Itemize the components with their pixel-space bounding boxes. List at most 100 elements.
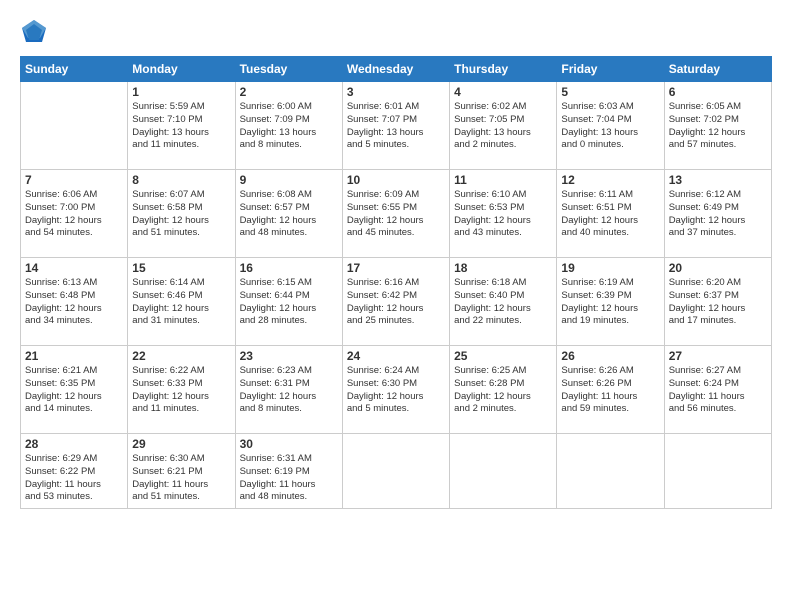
day-info: Sunrise: 6:08 AM Sunset: 6:57 PM Dayligh… (240, 189, 338, 240)
day-info: Sunrise: 6:24 AM Sunset: 6:30 PM Dayligh… (347, 365, 445, 416)
day-number: 20 (669, 261, 767, 275)
calendar-cell: 2 Sunrise: 6:00 AM Sunset: 7:09 PM Daylig… (235, 82, 342, 170)
day-number: 9 (240, 173, 338, 187)
logo (20, 18, 52, 46)
calendar-cell: 8 Sunrise: 6:07 AM Sunset: 6:58 PM Daylig… (128, 170, 235, 258)
calendar-cell: 19 Sunrise: 6:19 AM Sunset: 6:39 PM Dayli… (557, 258, 664, 346)
calendar-cell: 18 Sunrise: 6:18 AM Sunset: 6:40 PM Dayli… (450, 258, 557, 346)
day-number: 5 (561, 85, 659, 99)
day-info: Sunrise: 6:13 AM Sunset: 6:48 PM Dayligh… (25, 277, 123, 328)
day-info: Sunrise: 6:16 AM Sunset: 6:42 PM Dayligh… (347, 277, 445, 328)
day-number: 2 (240, 85, 338, 99)
calendar-cell: 25 Sunrise: 6:25 AM Sunset: 6:28 PM Dayli… (450, 346, 557, 434)
calendar-cell: 13 Sunrise: 6:12 AM Sunset: 6:49 PM Dayli… (664, 170, 771, 258)
calendar-cell: 16 Sunrise: 6:15 AM Sunset: 6:44 PM Dayli… (235, 258, 342, 346)
day-number: 30 (240, 437, 338, 451)
calendar-week-4: 21 Sunrise: 6:21 AM Sunset: 6:35 PM Dayli… (21, 346, 772, 434)
day-number: 12 (561, 173, 659, 187)
calendar-cell: 29 Sunrise: 6:30 AM Sunset: 6:21 PM Dayli… (128, 434, 235, 509)
day-number: 27 (669, 349, 767, 363)
calendar-cell: 3 Sunrise: 6:01 AM Sunset: 7:07 PM Daylig… (342, 82, 449, 170)
day-number: 4 (454, 85, 552, 99)
calendar-cell: 14 Sunrise: 6:13 AM Sunset: 6:48 PM Dayli… (21, 258, 128, 346)
calendar-header-saturday: Saturday (664, 57, 771, 82)
day-info: Sunrise: 6:27 AM Sunset: 6:24 PM Dayligh… (669, 365, 767, 416)
day-info: Sunrise: 6:03 AM Sunset: 7:04 PM Dayligh… (561, 101, 659, 152)
day-info: Sunrise: 6:14 AM Sunset: 6:46 PM Dayligh… (132, 277, 230, 328)
day-number: 21 (25, 349, 123, 363)
calendar-cell: 23Sunrise: 6:23 AM Sunset: 6:31 PM Dayli… (235, 346, 342, 434)
day-info: Sunrise: 6:02 AM Sunset: 7:05 PM Dayligh… (454, 101, 552, 152)
calendar-header-friday: Friday (557, 57, 664, 82)
day-number: 26 (561, 349, 659, 363)
calendar-cell: 6Sunrise: 6:05 AM Sunset: 7:02 PM Daylig… (664, 82, 771, 170)
day-info: Sunrise: 6:29 AM Sunset: 6:22 PM Dayligh… (25, 453, 123, 504)
calendar-week-2: 7 Sunrise: 6:06 AM Sunset: 7:00 PM Daylig… (21, 170, 772, 258)
day-number: 19 (561, 261, 659, 275)
logo-icon (20, 18, 48, 46)
day-number: 23 (240, 349, 338, 363)
day-number: 28 (25, 437, 123, 451)
calendar-cell: 5 Sunrise: 6:03 AM Sunset: 7:04 PM Daylig… (557, 82, 664, 170)
day-number: 13 (669, 173, 767, 187)
day-info: Sunrise: 6:05 AM Sunset: 7:02 PM Dayligh… (669, 101, 767, 152)
day-number: 18 (454, 261, 552, 275)
day-info: Sunrise: 6:20 AM Sunset: 6:37 PM Dayligh… (669, 277, 767, 328)
day-info: Sunrise: 6:10 AM Sunset: 6:53 PM Dayligh… (454, 189, 552, 240)
calendar-cell: 11Sunrise: 6:10 AM Sunset: 6:53 PM Dayli… (450, 170, 557, 258)
day-number: 10 (347, 173, 445, 187)
day-info: Sunrise: 6:09 AM Sunset: 6:55 PM Dayligh… (347, 189, 445, 240)
day-number: 25 (454, 349, 552, 363)
day-info: Sunrise: 6:11 AM Sunset: 6:51 PM Dayligh… (561, 189, 659, 240)
day-info: Sunrise: 6:25 AM Sunset: 6:28 PM Dayligh… (454, 365, 552, 416)
calendar-cell (450, 434, 557, 509)
day-number: 15 (132, 261, 230, 275)
day-number: 16 (240, 261, 338, 275)
day-number: 22 (132, 349, 230, 363)
calendar-cell: 28 Sunrise: 6:29 AM Sunset: 6:22 PM Dayli… (21, 434, 128, 509)
calendar-header-sunday: Sunday (21, 57, 128, 82)
day-info: Sunrise: 6:00 AM Sunset: 7:09 PM Dayligh… (240, 101, 338, 152)
calendar-week-1: 1 Sunrise: 5:59 AM Sunset: 7:10 PM Daylig… (21, 82, 772, 170)
day-info: Sunrise: 6:15 AM Sunset: 6:44 PM Dayligh… (240, 277, 338, 328)
day-number: 8 (132, 173, 230, 187)
day-info: Sunrise: 6:22 AM Sunset: 6:33 PM Dayligh… (132, 365, 230, 416)
calendar-week-5: 28 Sunrise: 6:29 AM Sunset: 6:22 PM Dayli… (21, 434, 772, 509)
calendar-header-tuesday: Tuesday (235, 57, 342, 82)
calendar-cell: 26Sunrise: 6:26 AM Sunset: 6:26 PM Dayli… (557, 346, 664, 434)
calendar-cell: 17 Sunrise: 6:16 AM Sunset: 6:42 PM Dayli… (342, 258, 449, 346)
day-info: Sunrise: 5:59 AM Sunset: 7:10 PM Dayligh… (132, 101, 230, 152)
calendar-cell: 22 Sunrise: 6:22 AM Sunset: 6:33 PM Dayli… (128, 346, 235, 434)
day-info: Sunrise: 6:06 AM Sunset: 7:00 PM Dayligh… (25, 189, 123, 240)
day-number: 17 (347, 261, 445, 275)
calendar-cell: 15 Sunrise: 6:14 AM Sunset: 6:46 PM Dayli… (128, 258, 235, 346)
calendar-cell: 1 Sunrise: 5:59 AM Sunset: 7:10 PM Daylig… (128, 82, 235, 170)
calendar-cell: 20 Sunrise: 6:20 AM Sunset: 6:37 PM Dayli… (664, 258, 771, 346)
calendar-cell: 24 Sunrise: 6:24 AM Sunset: 6:30 PM Dayli… (342, 346, 449, 434)
calendar-cell (21, 82, 128, 170)
calendar-cell: 9 Sunrise: 6:08 AM Sunset: 6:57 PM Daylig… (235, 170, 342, 258)
calendar-cell (557, 434, 664, 509)
calendar-header-thursday: Thursday (450, 57, 557, 82)
calendar-week-3: 14 Sunrise: 6:13 AM Sunset: 6:48 PM Dayli… (21, 258, 772, 346)
calendar-table: SundayMondayTuesdayWednesdayThursdayFrid… (20, 56, 772, 509)
calendar-cell (664, 434, 771, 509)
day-info: Sunrise: 6:30 AM Sunset: 6:21 PM Dayligh… (132, 453, 230, 504)
day-info: Sunrise: 6:01 AM Sunset: 7:07 PM Dayligh… (347, 101, 445, 152)
day-info: Sunrise: 6:21 AM Sunset: 6:35 PM Dayligh… (25, 365, 123, 416)
calendar-cell: 4 Sunrise: 6:02 AM Sunset: 7:05 PM Daylig… (450, 82, 557, 170)
day-number: 1 (132, 85, 230, 99)
day-number: 14 (25, 261, 123, 275)
calendar-cell: 21 Sunrise: 6:21 AM Sunset: 6:35 PM Dayli… (21, 346, 128, 434)
day-number: 24 (347, 349, 445, 363)
calendar-cell (342, 434, 449, 509)
day-number: 29 (132, 437, 230, 451)
day-number: 7 (25, 173, 123, 187)
day-number: 3 (347, 85, 445, 99)
day-info: Sunrise: 6:18 AM Sunset: 6:40 PM Dayligh… (454, 277, 552, 328)
calendar-cell: 30 Sunrise: 6:31 AM Sunset: 6:19 PM Dayli… (235, 434, 342, 509)
day-info: Sunrise: 6:12 AM Sunset: 6:49 PM Dayligh… (669, 189, 767, 240)
day-info: Sunrise: 6:31 AM Sunset: 6:19 PM Dayligh… (240, 453, 338, 504)
day-info: Sunrise: 6:07 AM Sunset: 6:58 PM Dayligh… (132, 189, 230, 240)
day-info: Sunrise: 6:19 AM Sunset: 6:39 PM Dayligh… (561, 277, 659, 328)
